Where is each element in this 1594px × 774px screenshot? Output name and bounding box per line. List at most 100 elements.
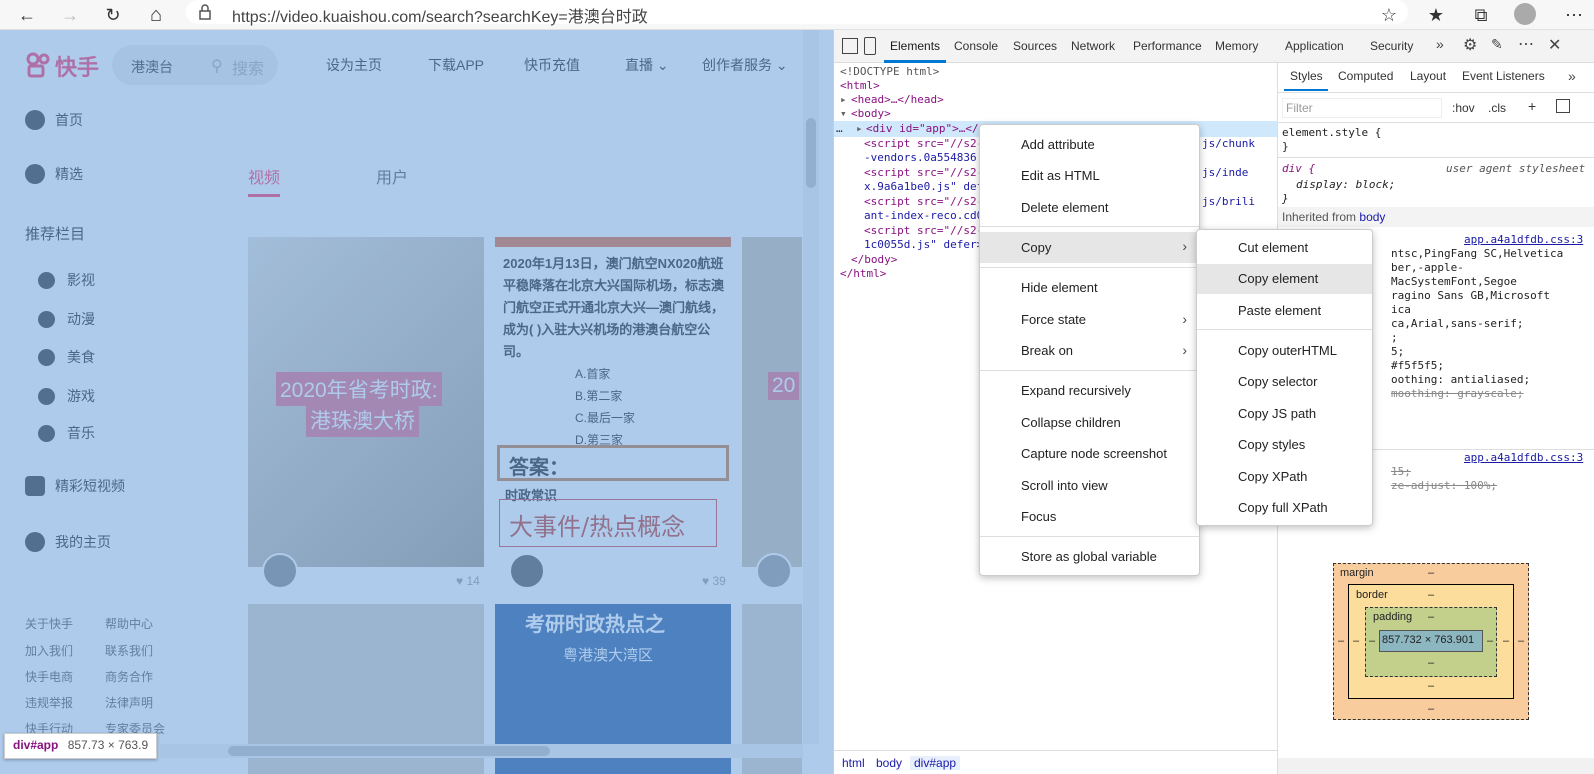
tab-network[interactable]: Network [1071, 39, 1115, 53]
close-icon[interactable]: ✕ [1548, 35, 1561, 55]
video-card[interactable]: 2020年1月13日，澳门航空NX020航班平稳降落在北京大兴国际机场，标志澳门… [495, 237, 731, 567]
dom-node[interactable]: ant-index-reco.cd0e [864, 209, 990, 222]
horizontal-scrollbar[interactable] [1278, 758, 1594, 774]
sidebar-item-food[interactable]: 美食 [38, 347, 95, 367]
div-selector[interactable]: div { [1282, 162, 1315, 175]
css-declaration[interactable]: display: block; [1296, 178, 1395, 191]
favorites-icon[interactable]: ★ [1421, 0, 1451, 30]
dom-node[interactable]: x.9a6a1be0.js" defe [864, 180, 990, 193]
menu-item-store-as-global-variable[interactable]: Store as global variable [980, 542, 1199, 572]
scrollbar-thumb[interactable] [806, 118, 816, 188]
nav-live[interactable]: 直播 ⌄ [625, 55, 669, 75]
nav-creator-service[interactable]: 创作者服务 ⌄ [702, 55, 788, 75]
menu-item-paste-element[interactable]: Paste element [1197, 296, 1372, 326]
avatar[interactable] [756, 553, 792, 589]
tab-styles[interactable]: Styles [1290, 69, 1323, 83]
menu-item-break-on[interactable]: Break on › [980, 336, 1199, 366]
menu-item-copy-selector[interactable]: Copy selector [1197, 367, 1372, 397]
breadcrumb-html[interactable]: html [842, 756, 865, 770]
sidebar-item-home[interactable]: 首页 [25, 110, 83, 130]
dom-node[interactable]: <script src="//s2-1 [864, 195, 990, 208]
cls-toggle[interactable]: .cls [1488, 101, 1506, 115]
avatar[interactable] [509, 553, 545, 589]
favorite-star-icon[interactable]: ☆ [1374, 0, 1404, 30]
menu-item-copy-element[interactable]: Copy element [1197, 264, 1372, 294]
nav-download-app[interactable]: 下载APP [428, 55, 484, 75]
dom-collapse-arrow[interactable]: ▾ [840, 107, 847, 120]
tab-layout[interactable]: Layout [1410, 69, 1446, 83]
menu-item-edit-as-html[interactable]: Edit as HTML [980, 161, 1199, 191]
back-icon[interactable]: ← [12, 0, 42, 30]
footer-link[interactable]: 违规举报 [25, 694, 73, 711]
breadcrumb-body[interactable]: body [876, 756, 902, 770]
search-input[interactable]: 搜索 [232, 55, 264, 79]
tab-performance[interactable]: Performance [1133, 39, 1202, 53]
dom-node[interactable]: <!DOCTYPE html> [840, 65, 939, 78]
video-card[interactable]: 2020年省考时政: 港珠澳大桥 [248, 237, 484, 567]
nav-recharge[interactable]: 快币充值 [524, 55, 580, 75]
device-toolbar-icon[interactable] [864, 37, 876, 55]
menu-item-copy-xpath[interactable]: Copy XPath [1197, 462, 1372, 492]
menu-item-hide-element[interactable]: Hide element [980, 273, 1199, 303]
menu-item-copy-full-xpath[interactable]: Copy full XPath [1197, 493, 1372, 523]
element-style-rule[interactable]: element.style { [1282, 126, 1381, 139]
menu-item-cut-element[interactable]: Cut element [1197, 233, 1372, 263]
tab-event-listeners[interactable]: Event Listeners [1462, 69, 1545, 83]
dom-node[interactable]: <html> [840, 79, 880, 92]
sidebar-item-movies[interactable]: 影视 [38, 270, 95, 290]
menu-item-copy-outerhtml[interactable]: Copy outerHTML [1197, 336, 1372, 366]
nav-set-homepage[interactable]: 设为主页 [326, 55, 382, 75]
tab-security[interactable]: Security [1370, 39, 1413, 53]
footer-link[interactable]: 关于快手 [25, 615, 73, 632]
footer-link[interactable]: 帮助中心 [105, 615, 153, 632]
dom-node[interactable]: -vendors.0a554836.j [864, 151, 990, 164]
inherited-element-link[interactable]: body [1359, 210, 1385, 224]
breadcrumb-div-app[interactable]: div#app [910, 756, 961, 770]
dom-node[interactable]: </body> [851, 253, 897, 266]
logo-text[interactable]: 快手 [55, 50, 99, 82]
dom-ellipsis[interactable]: … [836, 122, 843, 135]
hov-toggle[interactable]: :hov [1452, 101, 1475, 115]
footer-link[interactable]: 商务合作 [105, 668, 153, 685]
dom-node[interactable]: </html> [840, 267, 886, 280]
dom-node[interactable]: <script src="//s2-1 [864, 166, 990, 179]
scrollbar-thumb[interactable] [228, 746, 550, 756]
url-text[interactable]: https://video.kuaishou.com/search?search… [232, 3, 648, 27]
dom-node[interactable]: 1c0055d.js" defer>< [864, 238, 990, 251]
footer-link[interactable]: 加入我们 [25, 642, 73, 659]
menu-item-expand-recursively[interactable]: Expand recursively [980, 376, 1199, 406]
menu-item-copy[interactable]: Copy › [980, 232, 1199, 263]
stylesheet-link[interactable]: app.a4a1dfdb.css:3 [1464, 451, 1583, 464]
menu-item-copy-js-path[interactable]: Copy JS path [1197, 399, 1372, 429]
home-icon[interactable]: ⌂ [141, 0, 171, 30]
tab-elements[interactable]: Elements [890, 39, 940, 53]
forward-icon[interactable]: → [55, 0, 85, 30]
sidebar-item-my-home[interactable]: 我的主页 [25, 532, 111, 552]
tab-sources[interactable]: Sources [1013, 39, 1057, 53]
search-icon[interactable]: ⚲ [211, 56, 223, 76]
lock-icon[interactable] [198, 4, 212, 20]
video-card[interactable]: 20 [742, 237, 802, 567]
dom-expand-arrow[interactable]: ▸ [840, 93, 847, 106]
inspect-element-icon[interactable] [842, 38, 858, 54]
reload-icon[interactable]: ↻ [98, 0, 128, 30]
tab-console[interactable]: Console [954, 39, 998, 53]
sidebar-item-short-video[interactable]: 精彩短视频 [25, 476, 125, 496]
tab-videos[interactable]: 视频 [248, 164, 280, 188]
settings-more-icon[interactable]: ⋯ [1559, 0, 1589, 30]
sidebar-item-music[interactable]: 音乐 [38, 423, 95, 443]
menu-item-delete-element[interactable]: Delete element [980, 193, 1199, 223]
sidebar-item-anime[interactable]: 动漫 [38, 309, 95, 329]
kuaishou-logo-icon[interactable] [25, 52, 51, 78]
menu-item-collapse-children[interactable]: Collapse children [980, 408, 1199, 438]
add-rule-icon[interactable]: + [1528, 98, 1536, 114]
more-tabs-icon[interactable]: » [1568, 68, 1576, 84]
sidebar-item-featured[interactable]: 精选 [25, 164, 83, 184]
menu-item-add-attribute[interactable]: Add attribute [980, 130, 1199, 160]
collections-icon[interactable]: ⧉ [1466, 0, 1496, 30]
dom-expand-arrow[interactable]: ▸ [856, 122, 863, 135]
tab-application[interactable]: Application [1285, 39, 1344, 53]
footer-link[interactable]: 快手电商 [25, 668, 73, 685]
dom-node[interactable]: <div id="app">…</di [866, 122, 992, 135]
menu-item-capture-node-screenshot[interactable]: Capture node screenshot [980, 439, 1199, 469]
